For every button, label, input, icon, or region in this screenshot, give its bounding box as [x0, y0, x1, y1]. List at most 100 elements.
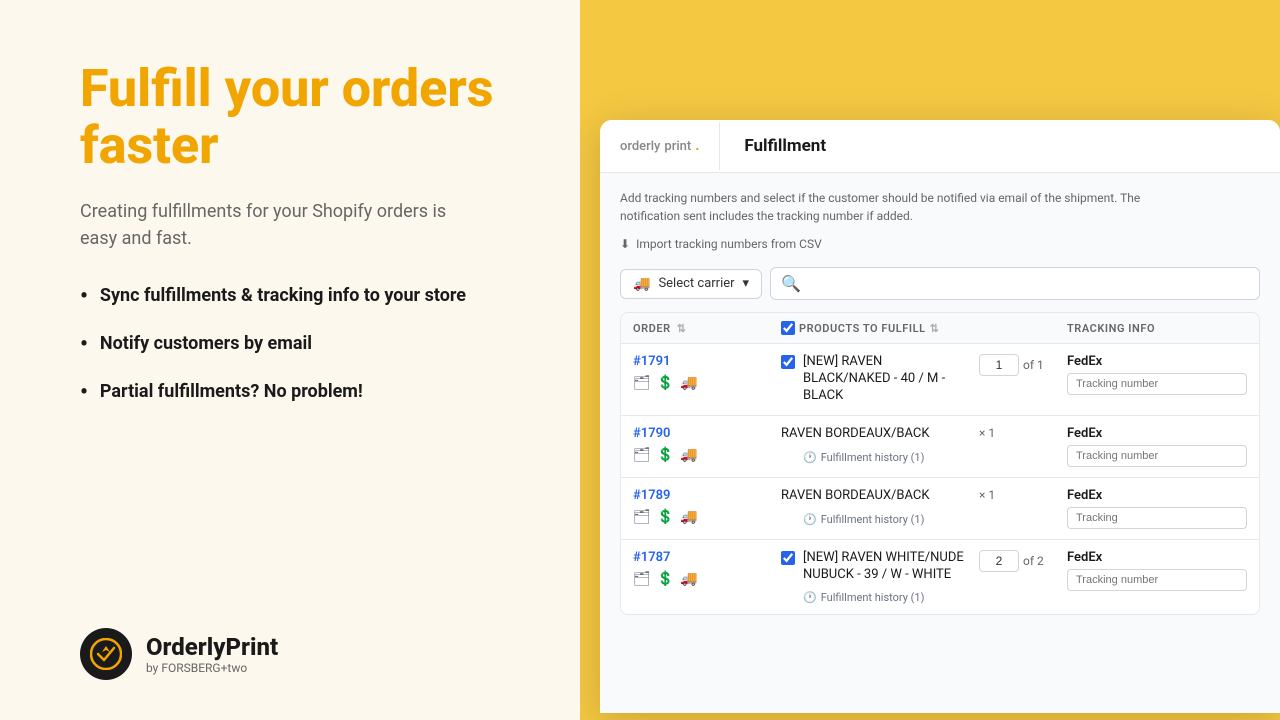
app-content: Add tracking numbers and select if the c…	[600, 173, 1280, 713]
bullet-item-3: Partial fulfillments? No problem!	[80, 380, 520, 408]
truck-icon: 🚚	[633, 276, 650, 292]
order-id-link-1789[interactable]: #1789	[633, 488, 773, 503]
truck-icon-1790[interactable]: 🚚	[680, 447, 697, 463]
history-label-1789: Fulfillment history (1)	[821, 513, 925, 526]
carrier-badge-1787: FedEx	[1067, 550, 1247, 565]
order-id-col-1790: #1790 🗂 💲 🚚	[633, 426, 773, 463]
app-brand: orderlyprint.	[600, 122, 720, 170]
order-id-col-1787: #1787 🗂 💲 🚚	[633, 550, 773, 587]
order-row-1789: #1789 🗂 💲 🚚 RAVEN BORDEAUX/BACK	[621, 478, 1259, 540]
carrier-badge-1791: FedEx	[1067, 354, 1247, 369]
hero-subtitle: Creating fulfillments for your Shopify o…	[80, 198, 480, 252]
carrier-select[interactable]: 🚚 Select carrier ▾	[620, 269, 762, 299]
product-name-1790: RAVEN BORDEAUX/BACK	[781, 426, 930, 443]
logo-text-area: OrderlyPrint by FORSBERG+two	[146, 633, 278, 675]
qty-of-1791: of 1	[1023, 358, 1044, 372]
clock-icon-1789: 🕐	[803, 513, 817, 526]
folder-icon-1789[interactable]: 🗂	[633, 509, 651, 525]
logo-area: OrderlyPrint by FORSBERG+two	[80, 628, 520, 680]
tracking-input-1790[interactable]	[1067, 445, 1247, 467]
history-label-1787: Fulfillment history (1)	[821, 591, 925, 604]
order-id-link-1787[interactable]: #1787	[633, 550, 773, 565]
window-tab-fulfillment[interactable]: Fulfillment	[720, 120, 850, 172]
order-row-1790: #1790 🗂 💲 🚚 RAVEN BORDEAUX/BACK	[621, 416, 1259, 478]
carrier-badge-1789: FedEx	[1067, 488, 1247, 503]
order-main-1787: #1787 🗂 💲 🚚 [NEW] RAVEN WHITE/NUDE NUBUC…	[621, 540, 1259, 615]
fulfillment-history-1789[interactable]: 🕐 Fulfillment history (1)	[781, 513, 971, 526]
dollar-icon-1787[interactable]: 💲	[657, 571, 674, 587]
product-name-1787: [NEW] RAVEN WHITE/NUDE NUBUCK - 39 / W -…	[803, 550, 971, 584]
product-row-1789: RAVEN BORDEAUX/BACK	[781, 488, 971, 505]
tracking-col-1789: FedEx	[1067, 488, 1247, 529]
qty-of-1787: of 2	[1023, 554, 1044, 568]
order-actions-1790: 🗂 💲 🚚	[633, 447, 773, 463]
qty-col-1791: of 1	[979, 354, 1059, 376]
fulfillment-history-1790[interactable]: 🕐 Fulfillment history (1)	[781, 451, 971, 464]
multiplier-1789: × 1	[979, 488, 995, 502]
right-panel: orderlyprint. Fulfillment Add tracking n…	[580, 0, 1280, 720]
dollar-icon-1790[interactable]: 💲	[657, 447, 674, 463]
fulfillment-history-1787[interactable]: 🕐 Fulfillment history (1)	[781, 591, 971, 604]
order-actions-1789: 🗂 💲 🚚	[633, 509, 773, 525]
order-row-1787: #1787 🗂 💲 🚚 [NEW] RAVEN WHITE/NUDE NUBUC…	[621, 540, 1259, 615]
sort-icon: ⇅	[677, 322, 687, 335]
history-label-1790: Fulfillment history (1)	[821, 451, 925, 464]
brand-dot: .	[695, 138, 699, 154]
search-bar[interactable]: 🔍	[770, 267, 1260, 300]
order-main-1789: #1789 🗂 💲 🚚 RAVEN BORDEAUX/BACK	[621, 478, 1259, 539]
sort-products-icon: ⇅	[930, 322, 940, 335]
order-id-col-1789: #1789 🗂 💲 🚚	[633, 488, 773, 525]
qty-input-1791[interactable]	[979, 354, 1019, 376]
import-link-label: Import tracking numbers from CSV	[636, 237, 822, 251]
product-col-1790: RAVEN BORDEAUX/BACK 🕐 Fulfillment histor…	[781, 426, 971, 464]
order-id-col-1791: #1791 🗂 💲 🚚	[633, 354, 773, 391]
order-main-1791: #1791 🗂 💲 🚚 [NEW] RAVEN BLACK/NAKED - 40…	[621, 344, 1259, 415]
th-tracking: TRACKING INFO	[1067, 322, 1247, 335]
th-order-label: ORDER	[633, 322, 671, 335]
truck-icon-1791[interactable]: 🚚	[680, 375, 697, 391]
logo-sub: by FORSBERG+two	[146, 661, 278, 675]
folder-icon-1791[interactable]: 🗂	[633, 375, 651, 391]
folder-icon-1787[interactable]: 🗂	[633, 571, 651, 587]
order-actions-1787: 🗂 💲 🚚	[633, 571, 773, 587]
truck-icon-1787[interactable]: 🚚	[680, 571, 697, 587]
order-id-link-1791[interactable]: #1791	[633, 354, 773, 369]
logo-svg	[90, 638, 122, 670]
tracking-input-1787[interactable]	[1067, 569, 1247, 591]
select-all-checkbox[interactable]	[781, 321, 795, 335]
logo-name: OrderlyPrint	[146, 633, 278, 661]
folder-icon-1790[interactable]: 🗂	[633, 447, 651, 463]
product-row-1791: [NEW] RAVEN BLACK/NAKED - 40 / M - BLACK	[781, 354, 971, 405]
multiplier-1790: × 1	[979, 426, 995, 440]
th-order: ORDER ⇅	[633, 322, 773, 335]
import-tracking-link[interactable]: ⬇ Import tracking numbers from CSV	[620, 237, 1260, 251]
search-icon: 🔍	[781, 274, 801, 293]
chevron-down-icon: ▾	[743, 276, 750, 291]
clock-icon-1787: 🕐	[803, 591, 817, 604]
th-products-label: PRODUCTS TO FULFILL	[799, 322, 926, 335]
product-checkbox-1787[interactable]	[781, 551, 795, 565]
tracking-input-1789[interactable]	[1067, 507, 1247, 529]
clock-icon-1790: 🕐	[803, 451, 817, 464]
tracking-col-1787: FedEx	[1067, 550, 1247, 591]
bullet-item-1: Sync fulfillments & tracking info to you…	[80, 284, 520, 312]
qty-input-1787[interactable]	[979, 550, 1019, 572]
product-row-1790: RAVEN BORDEAUX/BACK	[781, 426, 971, 443]
qty-col-1787: of 2	[979, 550, 1059, 572]
tracking-col-1791: FedEx	[1067, 354, 1247, 395]
dollar-icon-1789[interactable]: 💲	[657, 509, 674, 525]
toolbar: 🚚 Select carrier ▾ 🔍	[620, 267, 1260, 300]
truck-icon-1789[interactable]: 🚚	[680, 509, 697, 525]
tracking-input-1791[interactable]	[1067, 373, 1247, 395]
product-col-1791: [NEW] RAVEN BLACK/NAKED - 40 / M - BLACK	[781, 354, 971, 405]
order-id-link-1790[interactable]: #1790	[633, 426, 773, 441]
product-checkbox-1791[interactable]	[781, 355, 795, 369]
dollar-icon-1791[interactable]: 💲	[657, 375, 674, 391]
table-header: ORDER ⇅ PRODUCTS TO FULFILL ⇅ TRACKING I…	[621, 313, 1259, 344]
carrier-select-label: Select carrier	[658, 276, 734, 291]
product-col-1789: RAVEN BORDEAUX/BACK 🕐 Fulfillment histor…	[781, 488, 971, 526]
download-icon: ⬇	[620, 237, 630, 251]
bullet-item-2: Notify customers by email	[80, 332, 520, 360]
search-input[interactable]	[807, 276, 1249, 291]
left-content: Fulfill your orders faster Creating fulf…	[80, 60, 520, 427]
